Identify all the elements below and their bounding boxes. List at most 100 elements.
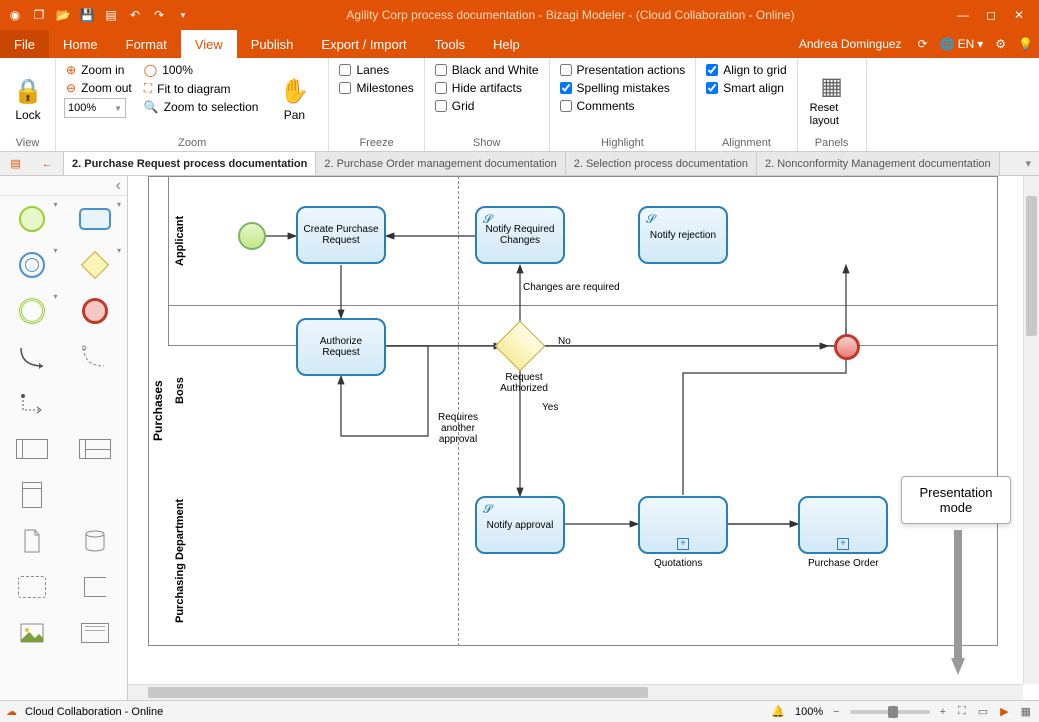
task-authorize[interactable]: Authorize Request [296, 318, 386, 376]
palette-seq-flow[interactable] [0, 334, 64, 380]
fit-diagram-button[interactable]: ⛶Fit to diagram [142, 80, 261, 97]
menu-home[interactable]: Home [49, 30, 112, 58]
menu-file[interactable]: File [0, 30, 49, 58]
saveall-icon[interactable]: ▤ [102, 6, 120, 24]
tab-purchase-order[interactable]: 2. Purchase Order management documentati… [316, 152, 565, 175]
palette-milestone[interactable] [0, 472, 64, 518]
notifications-icon[interactable]: 🔔 [769, 705, 787, 718]
palette-text[interactable] [64, 610, 128, 656]
palette-data-object[interactable] [0, 518, 64, 564]
zoom-in-button[interactable]: ⊕Zoom in [64, 62, 134, 78]
zoom-plus-icon[interactable]: + [938, 706, 948, 718]
zoom-selection-button[interactable]: 🔍Zoom to selection [142, 99, 261, 115]
tab-selection-process[interactable]: 2. Selection process documentation [566, 152, 757, 175]
menu-view[interactable]: View [181, 30, 237, 58]
status-view2-icon[interactable]: ▦ [1019, 705, 1033, 718]
maximize-icon[interactable]: ◻ [979, 3, 1003, 27]
tab-menu-icon[interactable]: ▾ [1025, 157, 1031, 170]
zoom-minus-icon[interactable]: − [831, 706, 841, 718]
chk-milestones[interactable]: Milestones [337, 80, 415, 96]
start-event[interactable] [238, 222, 266, 250]
chk-align-grid[interactable]: Align to grid [704, 62, 788, 78]
palette-empty1 [64, 380, 128, 426]
menu-tools[interactable]: Tools [421, 30, 479, 58]
menu-help[interactable]: Help [479, 30, 534, 58]
status-fit-icon[interactable]: ⛶ [956, 705, 968, 718]
pan-button[interactable]: ✋Pan [268, 62, 320, 135]
tab-purchase-request[interactable]: 2. Purchase Request process documentatio… [64, 152, 316, 175]
app-icon[interactable]: ◉ [6, 6, 24, 24]
chk-smart-align[interactable]: Smart align [704, 80, 788, 96]
slider-knob[interactable] [888, 706, 898, 718]
menu-format[interactable]: Format [112, 30, 181, 58]
user-name[interactable]: Andrea Dominguez [789, 37, 912, 51]
language-selector[interactable]: 🌐 EN ▾ [934, 37, 990, 51]
save-icon[interactable]: 💾 [78, 6, 96, 24]
zoom-100-button[interactable]: ◯100% [142, 62, 261, 78]
palette-end-event[interactable] [64, 288, 128, 334]
palette-assoc[interactable] [0, 380, 64, 426]
task-label: Notify approval [487, 520, 554, 531]
palette-image[interactable] [0, 610, 64, 656]
vertical-scrollbar[interactable] [1023, 176, 1039, 684]
status-view1-icon[interactable]: ▭ [976, 705, 990, 718]
zoom-out-button[interactable]: ⊖Zoom out [64, 80, 134, 96]
chk-hide-artifacts[interactable]: Hide artifacts [433, 80, 541, 96]
palette-annotation[interactable] [64, 564, 128, 610]
palette-pool[interactable] [0, 426, 64, 472]
palette-task[interactable]: ▾ [64, 196, 128, 242]
chk-comments[interactable]: Comments [558, 98, 688, 114]
bulb-icon[interactable]: 💡 [1012, 37, 1039, 51]
chk-lanes[interactable]: Lanes [337, 62, 415, 78]
palette-start-event[interactable]: ▾ [0, 196, 64, 242]
subprocess-purchase-order[interactable]: + [798, 496, 888, 554]
chk-bw[interactable]: Black and White [433, 62, 541, 78]
horizontal-scrollbar[interactable] [128, 684, 1023, 700]
redo-icon[interactable]: ↷ [150, 6, 168, 24]
chk-spelling[interactable]: Spelling mistakes [558, 80, 688, 96]
tab-overview-icon[interactable]: ▤ [10, 157, 20, 170]
expand-icon[interactable]: + [677, 538, 689, 550]
status-presentation-icon[interactable]: ▶ [998, 705, 1010, 718]
menu-export[interactable]: Export / Import [307, 30, 420, 58]
palette-data-store[interactable] [64, 518, 128, 564]
lbl-changes: Changes are required [523, 282, 620, 293]
task-notify-approval[interactable]: 𝓢Notify approval [475, 496, 565, 554]
open-icon[interactable]: 📂 [54, 6, 72, 24]
tab-nonconformity[interactable]: 2. Nonconformity Management documentatio… [757, 152, 1000, 175]
task-notify-rejection[interactable]: 𝓢Notify rejection [638, 206, 728, 264]
menu-publish[interactable]: Publish [237, 30, 308, 58]
palette-gateway[interactable]: ▾ [64, 242, 128, 288]
palette-collapse-icon[interactable]: ‹ [116, 177, 121, 195]
minimize-icon[interactable]: — [951, 3, 975, 27]
end-event[interactable] [834, 334, 860, 360]
palette-group[interactable] [0, 564, 64, 610]
lock-button[interactable]: 🔒Lock [8, 62, 48, 135]
palette-intermediate[interactable]: ▾ [0, 242, 64, 288]
tab-back-icon[interactable]: ← [42, 158, 53, 170]
palette-end-light[interactable]: ▾ [0, 288, 64, 334]
settings-icon[interactable]: ⚙ [989, 37, 1012, 51]
qat-dropdown-icon[interactable]: ▾ [174, 6, 192, 24]
zoom-slider[interactable] [850, 710, 930, 714]
undo-icon[interactable]: ↶ [126, 6, 144, 24]
canvas-area[interactable]: Purchases Applicant Boss Purchasing Depa… [128, 176, 1039, 700]
subprocess-quotations[interactable]: + [638, 496, 728, 554]
scroll-thumb[interactable] [148, 687, 648, 698]
task-create-purchase[interactable]: Create Purchase Request [296, 206, 386, 264]
palette-msg-flow[interactable] [64, 334, 128, 380]
zoom-level-select[interactable]: 100%▼ [64, 98, 126, 118]
scroll-thumb[interactable] [1026, 196, 1037, 336]
lbl-smart-align: Smart align [723, 81, 784, 95]
palette-lane[interactable] [64, 426, 128, 472]
chk-presentation[interactable]: Presentation actions [558, 62, 688, 78]
new-icon[interactable]: ❐ [30, 6, 48, 24]
reset-layout-button[interactable]: ▦Reset layout [806, 62, 858, 135]
diagram[interactable]: Purchases Applicant Boss Purchasing Depa… [128, 176, 1028, 686]
close-icon[interactable]: ✕ [1007, 3, 1031, 27]
status-cloud: Cloud Collaboration - Online [25, 706, 163, 718]
expand-icon[interactable]: + [837, 538, 849, 550]
task-notify-changes[interactable]: 𝓢Notify Required Changes [475, 206, 565, 264]
chk-grid[interactable]: Grid [433, 98, 541, 114]
sync-icon[interactable]: ⟳ [912, 37, 934, 51]
